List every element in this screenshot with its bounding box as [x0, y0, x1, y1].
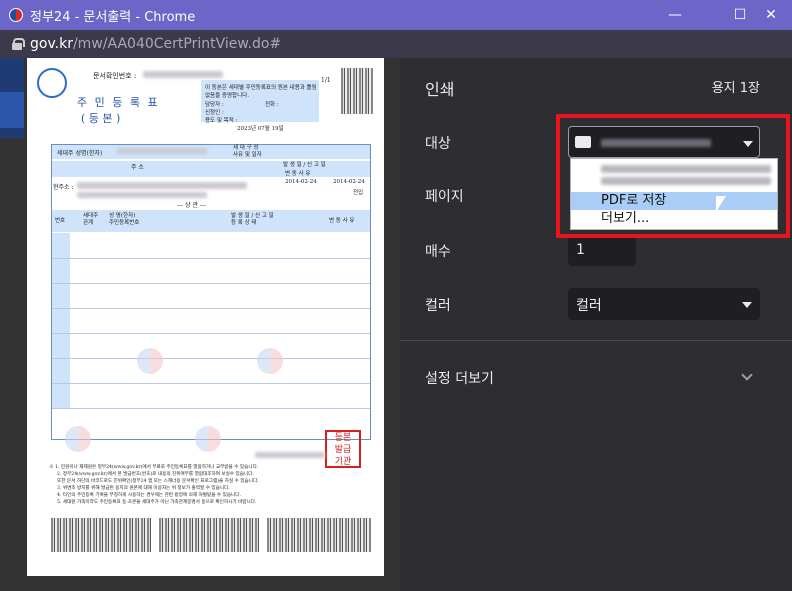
issuer-stamp-icon — [37, 68, 67, 98]
sheet-count: 용지 1장 — [711, 81, 760, 96]
watermark-icon — [195, 426, 221, 452]
minimize-button[interactable]: — — [652, 0, 698, 30]
table-row — [52, 283, 370, 284]
col-relation: 세대주 관계 — [83, 213, 99, 226]
footnote-line: 3. 위변조 방지를 위해 발급된 용지의 원본에 대해 이용자는 위 정보가 … — [57, 486, 230, 491]
current-address-label: 현주소 : — [53, 184, 74, 191]
watermark-icon — [65, 426, 91, 452]
mouse-cursor-icon — [716, 196, 726, 212]
col-report: 발 생 일 / 신 고 일 등 록 상 태 — [231, 213, 274, 226]
pages-label: 페이지 — [425, 189, 464, 205]
col-reason: 변 동 사 유 — [329, 218, 355, 224]
chevron-down-icon — [742, 302, 752, 308]
window-title: 정부24 - 문서출력 - Chrome — [30, 9, 196, 25]
divider — [400, 340, 792, 341]
head-name-value — [117, 148, 207, 154]
more-settings-button[interactable]: 설정 더보기 — [425, 368, 494, 388]
officer-label: 담당자 : — [205, 102, 224, 108]
destination-label: 대상 — [425, 136, 451, 152]
phone-label: 전화 : — [265, 102, 279, 108]
col-name: 성 명(한자) 주민등록번호 — [109, 213, 140, 226]
url-host: gov.kr — [30, 36, 73, 52]
member-header-row — [52, 210, 370, 232]
page-indicator: 1/1 — [321, 77, 331, 84]
gov24-favicon-icon — [9, 8, 23, 22]
separator-line: --- 상 관 --- — [177, 202, 206, 209]
doc-title: 주 민 등 록 표 — [77, 96, 160, 109]
barcode-icon — [159, 518, 259, 552]
table-row — [52, 358, 370, 359]
print-preview-page: 문서확인번호 : 1/1 주 민 등 록 표 ( 등 본 ) 이 등본은 세대별… — [27, 58, 384, 576]
col-number: 번호 — [55, 218, 66, 224]
footnote-line: 2. 정부24(www.gov.kr)에서 본 발급번호(번호)로 내용의 진위… — [57, 472, 254, 477]
copies-input[interactable]: 1 — [568, 234, 636, 266]
certification-notice: 이 등본은 세대별 주민등록표의 원본 내용과 틀림없음을 증명합니다. — [205, 85, 317, 99]
composition-label: 세 대 구 성 사유 및 일자 — [233, 145, 262, 158]
footnote-line: 또한 문서 하단의 바코드로도 진위확인(정부24 앱 또는 스캐너용 문서확인… — [57, 479, 259, 484]
purpose-label: 용도 및 목적 : — [205, 118, 238, 124]
color-value: 컬러 — [576, 298, 602, 314]
change-date: 2014-02-24 — [333, 179, 365, 185]
color-label: 컬러 — [425, 298, 451, 314]
current-address-value — [77, 182, 247, 189]
address-header: 주 소 — [131, 164, 144, 171]
lock-icon — [12, 38, 25, 50]
footnote-line: 5. 세대원 가족이라도 주민등록표 등·초본을 세대주가 아닌 가족관계증명서… — [57, 500, 257, 505]
watermark-icon — [137, 348, 163, 374]
qr-code-icon — [341, 68, 373, 114]
change-header: 변 동 사 유 — [285, 171, 311, 177]
report-header: 발 생 일 / 신 고 일 — [283, 162, 326, 168]
footnote-line: 4. 타인의 주민등록 기록을 부정하게 사용하는 경우에는 관련 법령에 의해… — [57, 493, 241, 498]
issue-date: 2023년 07월 19일 — [237, 126, 284, 132]
chevron-down-icon[interactable] — [741, 369, 753, 381]
doc-number-label: 문서확인번호 : — [93, 72, 137, 80]
table-row — [52, 258, 370, 259]
background-page-button — [0, 92, 24, 128]
barcode-icon — [267, 518, 371, 552]
print-header: 인쇄 — [425, 80, 455, 99]
watermark-icon — [257, 348, 283, 374]
doc-subtitle: ( 등 본 ) — [81, 112, 121, 125]
window-titlebar: 정부24 - 문서출력 - Chrome — ☐ ✕ — [0, 0, 792, 30]
official-seal: 등본 발급 기관 — [325, 430, 361, 468]
transfer-reason: 전입 — [353, 190, 364, 196]
barcode-icon — [51, 518, 151, 552]
address-bar[interactable]: gov.kr/mw/AA040CertPrintView.do# — [0, 30, 792, 58]
report-date: 2014-02-24 — [285, 179, 317, 185]
current-address-value-2 — [77, 192, 207, 198]
color-select[interactable]: 컬러 — [568, 288, 760, 320]
close-button[interactable]: ✕ — [748, 0, 792, 30]
table-row — [52, 383, 370, 384]
doc-number-value — [143, 71, 223, 78]
head-name-label: 세대주 성명(한자) — [57, 150, 103, 157]
table-row — [52, 408, 370, 409]
copies-label: 매수 — [425, 244, 451, 260]
url-path: /mw/AA040CertPrintView.do# — [72, 36, 282, 52]
table-row — [52, 333, 370, 334]
table-row — [52, 308, 370, 309]
highlight-annotation — [556, 114, 790, 238]
footnotes: ※ 1. 민원이나 재제원은 정부24(www.gov.kr)에서 무료로 주민… — [49, 464, 369, 506]
footnote-line: ※ 1. 민원이나 재제원은 정부24(www.gov.kr)에서 무료로 주민… — [49, 465, 259, 470]
issuer-name — [255, 452, 325, 458]
applicant-label: 신청인 : — [205, 110, 224, 116]
